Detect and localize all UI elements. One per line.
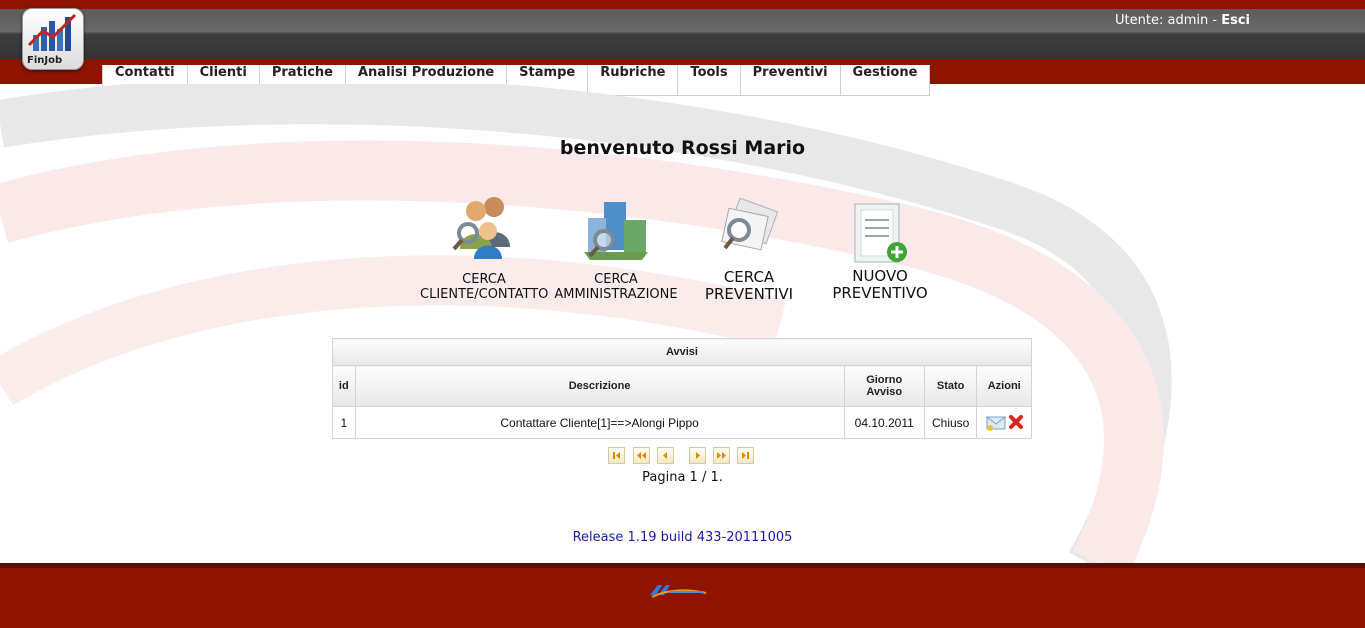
table-row: 1 Contattare Cliente[1]==>Alongi Pippo 0… bbox=[332, 406, 1032, 439]
finjob-logo[interactable]: FinJob bbox=[22, 8, 84, 70]
mail-icon[interactable] bbox=[985, 414, 1007, 432]
previous-block-button[interactable] bbox=[633, 447, 650, 464]
search-client-label-2: CLIENTE/CONTATTO bbox=[420, 287, 549, 302]
user-label: Utente: bbox=[1115, 13, 1164, 28]
next-icon bbox=[696, 452, 700, 459]
next-page-button[interactable] bbox=[689, 447, 706, 464]
cell-stato: Chiuso bbox=[923, 406, 978, 439]
column-header-descrizione: Descrizione bbox=[354, 365, 845, 407]
previous-page-button[interactable] bbox=[657, 447, 674, 464]
search-client-tile[interactable]: CERCA CLIENTE/CONTATTO bbox=[420, 193, 548, 302]
new-quote-label-1: NUOVO bbox=[852, 267, 908, 285]
fast-forward-icon bbox=[717, 452, 726, 459]
page-indicator: Pagina 1 / 1. bbox=[642, 470, 723, 485]
last-page-icon bbox=[742, 452, 749, 459]
rewind-icon bbox=[637, 452, 646, 459]
column-header-stato: Stato bbox=[923, 365, 978, 407]
delete-icon[interactable] bbox=[1008, 414, 1024, 430]
people-search-icon bbox=[452, 197, 510, 259]
user-name: admin bbox=[1167, 13, 1209, 28]
column-header-azioni: Azioni bbox=[976, 365, 1032, 407]
new-quote-label-2: PREVENTIVO bbox=[832, 284, 928, 302]
documents-search-icon bbox=[721, 198, 779, 251]
release-info: Release 1.19 build 433-20111005 bbox=[572, 530, 793, 545]
next-block-button[interactable] bbox=[713, 447, 730, 464]
search-quotes-label-2: PREVENTIVI bbox=[704, 285, 794, 303]
cell-descrizione: Contattare Cliente[1]==>Alongi Pippo bbox=[354, 406, 845, 439]
last-page-button[interactable] bbox=[737, 447, 754, 464]
search-client-label-1: CERCA bbox=[462, 272, 506, 287]
new-quote-tile[interactable]: NUOVO PREVENTIVO bbox=[815, 200, 945, 302]
footer-top-line bbox=[0, 563, 1365, 568]
prev-icon bbox=[663, 452, 667, 459]
chart-logo-icon bbox=[27, 13, 77, 51]
cell-giorno: 04.10.2011 bbox=[843, 406, 925, 439]
search-administration-label-1: CERCA bbox=[594, 272, 638, 287]
search-administration-tile[interactable]: CERCA AMMINISTRAZIONE bbox=[552, 196, 680, 302]
table-caption: Avvisi bbox=[332, 338, 1032, 366]
welcome-title: benvenuto Rossi Mario bbox=[559, 137, 806, 159]
logout-link[interactable]: Esci bbox=[1221, 13, 1250, 28]
search-quotes-label-1: CERCA bbox=[723, 268, 775, 286]
footer-bar bbox=[0, 563, 1365, 628]
user-info: Utente: admin - Esci bbox=[1115, 13, 1250, 28]
search-quotes-tile[interactable]: CERCA PREVENTIVI bbox=[684, 198, 814, 303]
column-header-giorno-avviso: Giorno Avviso bbox=[843, 365, 925, 407]
building-search-icon bbox=[584, 202, 648, 260]
cell-azioni bbox=[976, 406, 1032, 439]
first-page-icon bbox=[613, 452, 620, 459]
vendor-logo-icon bbox=[650, 585, 707, 598]
search-administration-label-2: AMMINISTRAZIONE bbox=[554, 287, 678, 302]
separator: - bbox=[1212, 13, 1218, 28]
new-document-icon bbox=[854, 203, 907, 263]
logo-text: FinJob bbox=[27, 55, 63, 66]
avvisi-table: Avvisi id Descrizione Giorno Avviso Stat… bbox=[332, 338, 1032, 439]
cell-id: 1 bbox=[332, 406, 356, 439]
first-page-button[interactable] bbox=[608, 447, 625, 464]
column-header-id: id bbox=[332, 365, 356, 407]
